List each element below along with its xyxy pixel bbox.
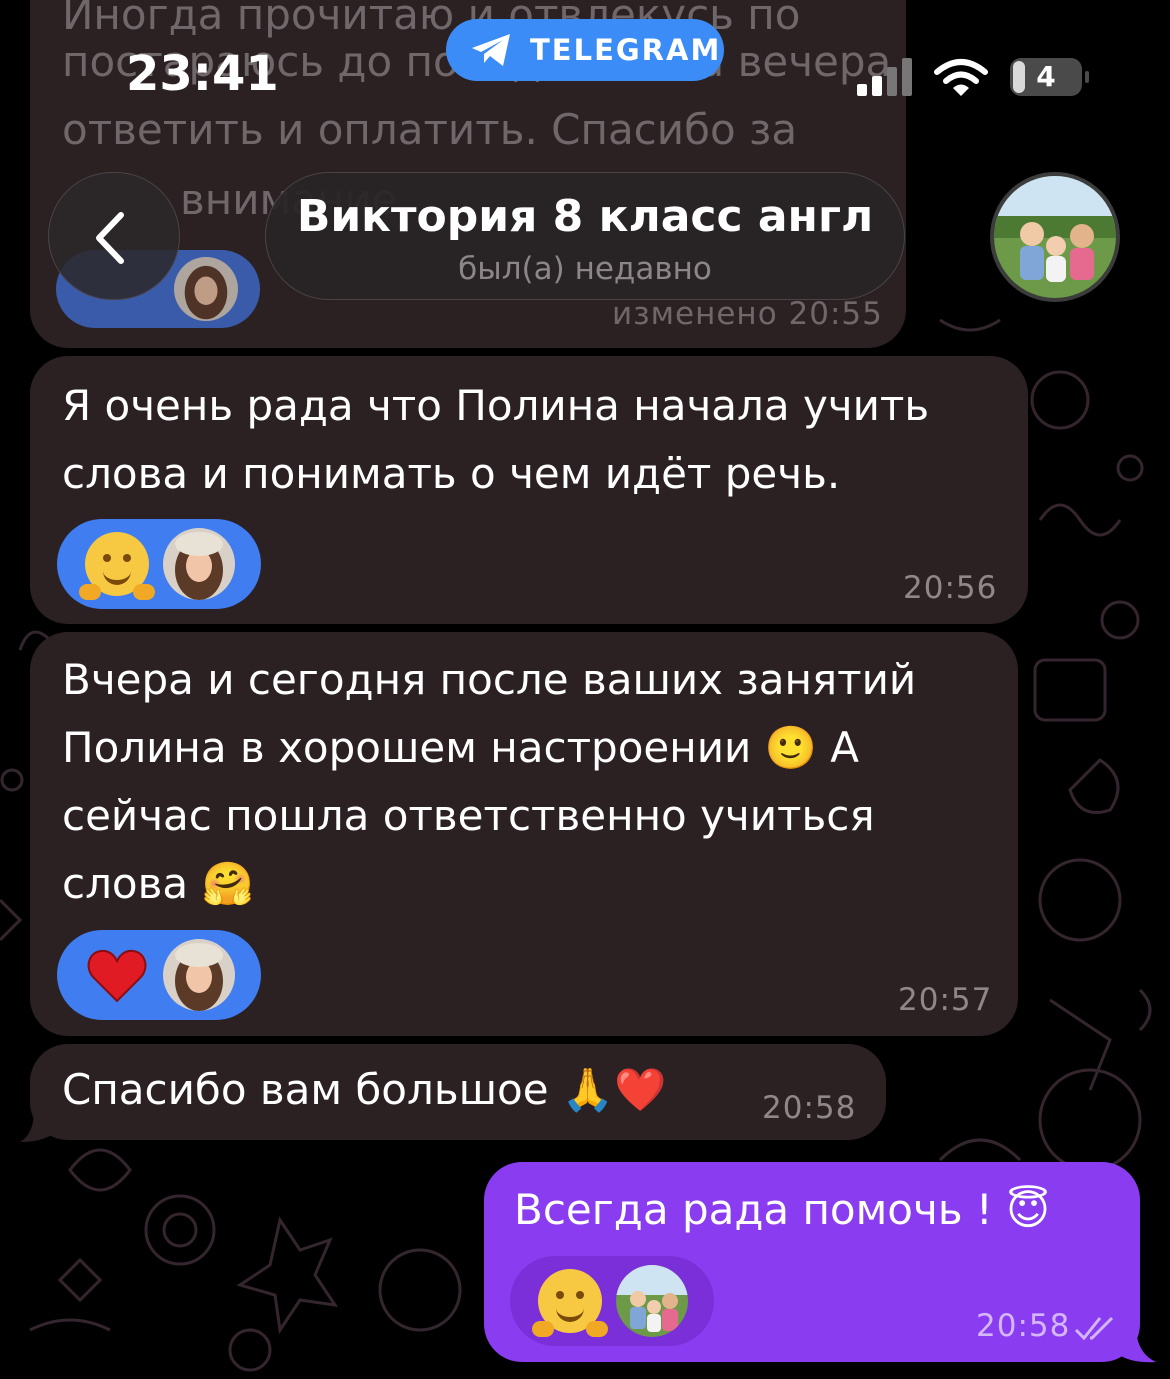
reactor-avatar xyxy=(163,528,235,600)
telegram-label: TELEGRAM xyxy=(530,33,722,67)
back-button[interactable] xyxy=(48,172,180,300)
battery-icon: 4 xyxy=(1010,58,1089,96)
chevron-left-icon xyxy=(93,211,127,269)
hugging-face-icon xyxy=(79,532,155,600)
signal-icon xyxy=(857,58,913,100)
bubble-tail xyxy=(20,1110,58,1142)
bubble-tail xyxy=(1112,1330,1156,1363)
red-heart-icon xyxy=(85,943,149,1007)
battery-level: 4 xyxy=(1036,60,1056,93)
message-text: Я очень рада что Полина начала учить сло… xyxy=(62,381,930,498)
message-text: Вчера и сегодня после ваших занятий Поли… xyxy=(62,655,917,908)
previous-message-time: изменено 20:55 xyxy=(612,296,883,332)
hugging-face-icon xyxy=(532,1269,608,1337)
telegram-plane-icon xyxy=(470,32,512,68)
reaction-pill[interactable] xyxy=(57,519,261,609)
message-time: 20:58 xyxy=(762,1090,857,1126)
chat-title: Виктория 8 класс англ xyxy=(296,191,874,242)
chat-header[interactable]: Виктория 8 класс англ был(а) недавно xyxy=(265,172,905,300)
message-text: Всегда рада помочь ! 😇 xyxy=(514,1185,1050,1234)
outgoing-message-bubble[interactable]: Всегда рада помочь ! 😇 20:58 xyxy=(484,1162,1140,1362)
contact-avatar[interactable] xyxy=(990,172,1120,302)
message-bubble-2[interactable]: Вчера и сегодня после ваших занятий Поли… xyxy=(30,632,1018,1036)
message-bubble-3[interactable]: Спасибо вам большое 🙏❤️ 20:58 xyxy=(30,1044,886,1140)
reactor-avatar xyxy=(616,1265,688,1337)
message-time: 20:58 xyxy=(976,1308,1071,1344)
reactor-avatar xyxy=(174,257,238,321)
status-bar-time: 23:41 xyxy=(126,46,279,102)
message-time: 20:57 xyxy=(898,982,993,1018)
telegram-banner[interactable]: TELEGRAM xyxy=(446,19,724,81)
message-bubble-1[interactable]: Я очень рада что Полина начала учить сло… xyxy=(30,356,1028,624)
reactor-avatar xyxy=(163,939,235,1011)
reaction-pill[interactable] xyxy=(57,930,261,1020)
reaction-pill[interactable] xyxy=(510,1256,714,1346)
chat-last-seen: был(а) недавно xyxy=(458,251,712,287)
message-time: 20:56 xyxy=(903,570,998,606)
previous-message-line-3: ответить и оплатить. Спасибо за xyxy=(62,105,798,154)
message-text: Спасибо вам большое 🙏❤️ xyxy=(62,1065,667,1114)
wifi-icon xyxy=(934,58,988,102)
